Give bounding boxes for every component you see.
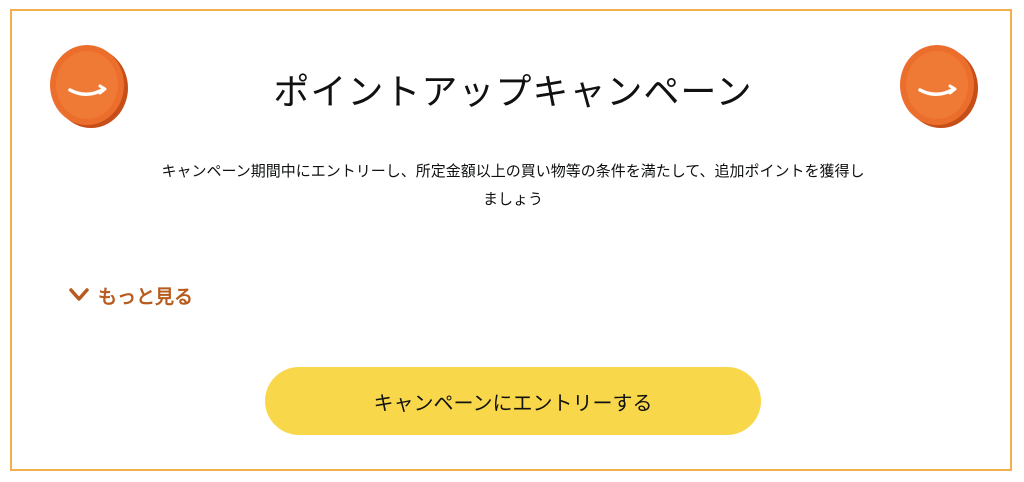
chevron-down-icon: [69, 288, 89, 301]
show-more-label: もっと見る: [98, 285, 194, 308]
page-title: ポイントアップキャンペーン: [273, 72, 753, 113]
show-more-link[interactable]: もっと見る: [68, 281, 193, 309]
campaign-card: ポイントアップキャンペーン キャンペーン期間中にエントリーし、所定金額以上の買い…: [10, 9, 1012, 471]
campaign-entry-button[interactable]: キャンペーンにエントリーする: [265, 367, 761, 435]
campaign-description: キャンペーン期間中にエントリーし、所定金額以上の買い物等の条件を満たして、追加ポ…: [161, 162, 865, 208]
